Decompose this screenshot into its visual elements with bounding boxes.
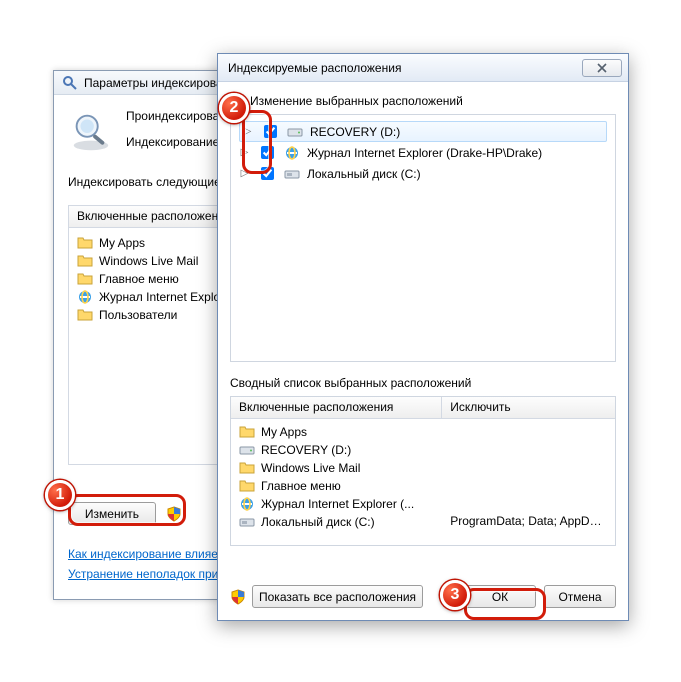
- close-button[interactable]: [582, 59, 622, 77]
- dialog-title: Индексируемые расположения: [228, 61, 401, 75]
- annotation-badge-2: 2: [219, 93, 249, 123]
- ok-button[interactable]: ОК: [464, 585, 536, 608]
- tree-checkbox[interactable]: [264, 125, 277, 138]
- list-item-label: Журнал Internet Explorer: [99, 290, 235, 304]
- summary-label: Сводный список выбранных расположений: [230, 376, 616, 390]
- summary-row[interactable]: Локальный диск (C:) ProgramData; Data; Ap…: [231, 513, 615, 531]
- tree-row[interactable]: ▷ Журнал Internet Explorer (Drake-HP\Drak…: [239, 142, 607, 163]
- indexed-locations-dialog: Индексируемые расположения Изменение выб…: [217, 53, 629, 621]
- change-selected-label: Изменение выбранных расположений: [250, 94, 616, 108]
- tree-row-label: Локальный диск (C:): [307, 167, 421, 181]
- annotation-badge-3: 3: [440, 580, 470, 610]
- indexing-icon: [62, 75, 78, 91]
- summary-row-exclude: [442, 495, 615, 513]
- close-icon: [596, 63, 608, 73]
- show-all-locations-button[interactable]: Показать все расположения: [252, 585, 423, 608]
- modify-button[interactable]: Изменить: [68, 502, 156, 525]
- tree-row[interactable]: ▷ RECOVERY (D:): [239, 121, 607, 142]
- list-item-label: My Apps: [99, 236, 145, 250]
- summary-box: Включенные расположения Исключить My App…: [230, 396, 616, 546]
- summary-row-label: Windows Live Mail: [261, 461, 360, 475]
- tree-row-label: RECOVERY (D:): [310, 125, 400, 139]
- tree-row[interactable]: ▷ Локальный диск (C:): [239, 163, 607, 184]
- summary-row[interactable]: RECOVERY (D:): [231, 441, 615, 459]
- summary-row-label: Журнал Internet Explorer (...: [261, 497, 414, 511]
- summary-col-included[interactable]: Включенные расположения: [231, 397, 442, 418]
- tree-row-label: Журнал Internet Explorer (Drake-HP\Drake…: [307, 146, 542, 160]
- summary-row-label: RECOVERY (D:): [261, 443, 351, 457]
- summary-col-exclude[interactable]: Исключить: [442, 397, 615, 418]
- dialog-titlebar[interactable]: Индексируемые расположения: [218, 54, 628, 82]
- uac-shield-icon: [166, 506, 182, 522]
- list-item-label: Windows Live Mail: [99, 254, 198, 268]
- summary-row[interactable]: Windows Live Mail: [231, 459, 615, 477]
- expander-icon[interactable]: ▷: [239, 168, 250, 179]
- summary-row-label: Главное меню: [261, 479, 341, 493]
- tree-checkbox[interactable]: [261, 167, 274, 180]
- summary-row-exclude: [442, 423, 615, 441]
- summary-row-exclude: ProgramData; Data; AppData;...: [442, 513, 615, 531]
- summary-row-exclude: [442, 459, 615, 477]
- summary-row[interactable]: My Apps: [231, 423, 615, 441]
- summary-row[interactable]: Главное меню: [231, 477, 615, 495]
- summary-row[interactable]: Журнал Internet Explorer (...: [231, 495, 615, 513]
- expander-icon[interactable]: ▷: [242, 126, 253, 137]
- cancel-button[interactable]: Отмена: [544, 585, 616, 608]
- tree-checkbox[interactable]: [261, 146, 274, 159]
- summary-row-exclude: [442, 477, 615, 495]
- annotation-badge-1: 1: [45, 480, 75, 510]
- uac-shield-icon: [230, 589, 246, 605]
- summary-row-exclude: [442, 441, 615, 459]
- list-item-label: Пользователи: [99, 308, 177, 322]
- summary-row-label: My Apps: [261, 425, 307, 439]
- locations-tree[interactable]: ▷ RECOVERY (D:) ▷ Журнал Internet Explorer …: [230, 114, 616, 362]
- magnifier-icon: [68, 109, 114, 155]
- summary-row-label: Локальный диск (C:): [261, 515, 375, 529]
- list-item-label: Главное меню: [99, 272, 179, 286]
- expander-icon[interactable]: ▷: [239, 147, 250, 158]
